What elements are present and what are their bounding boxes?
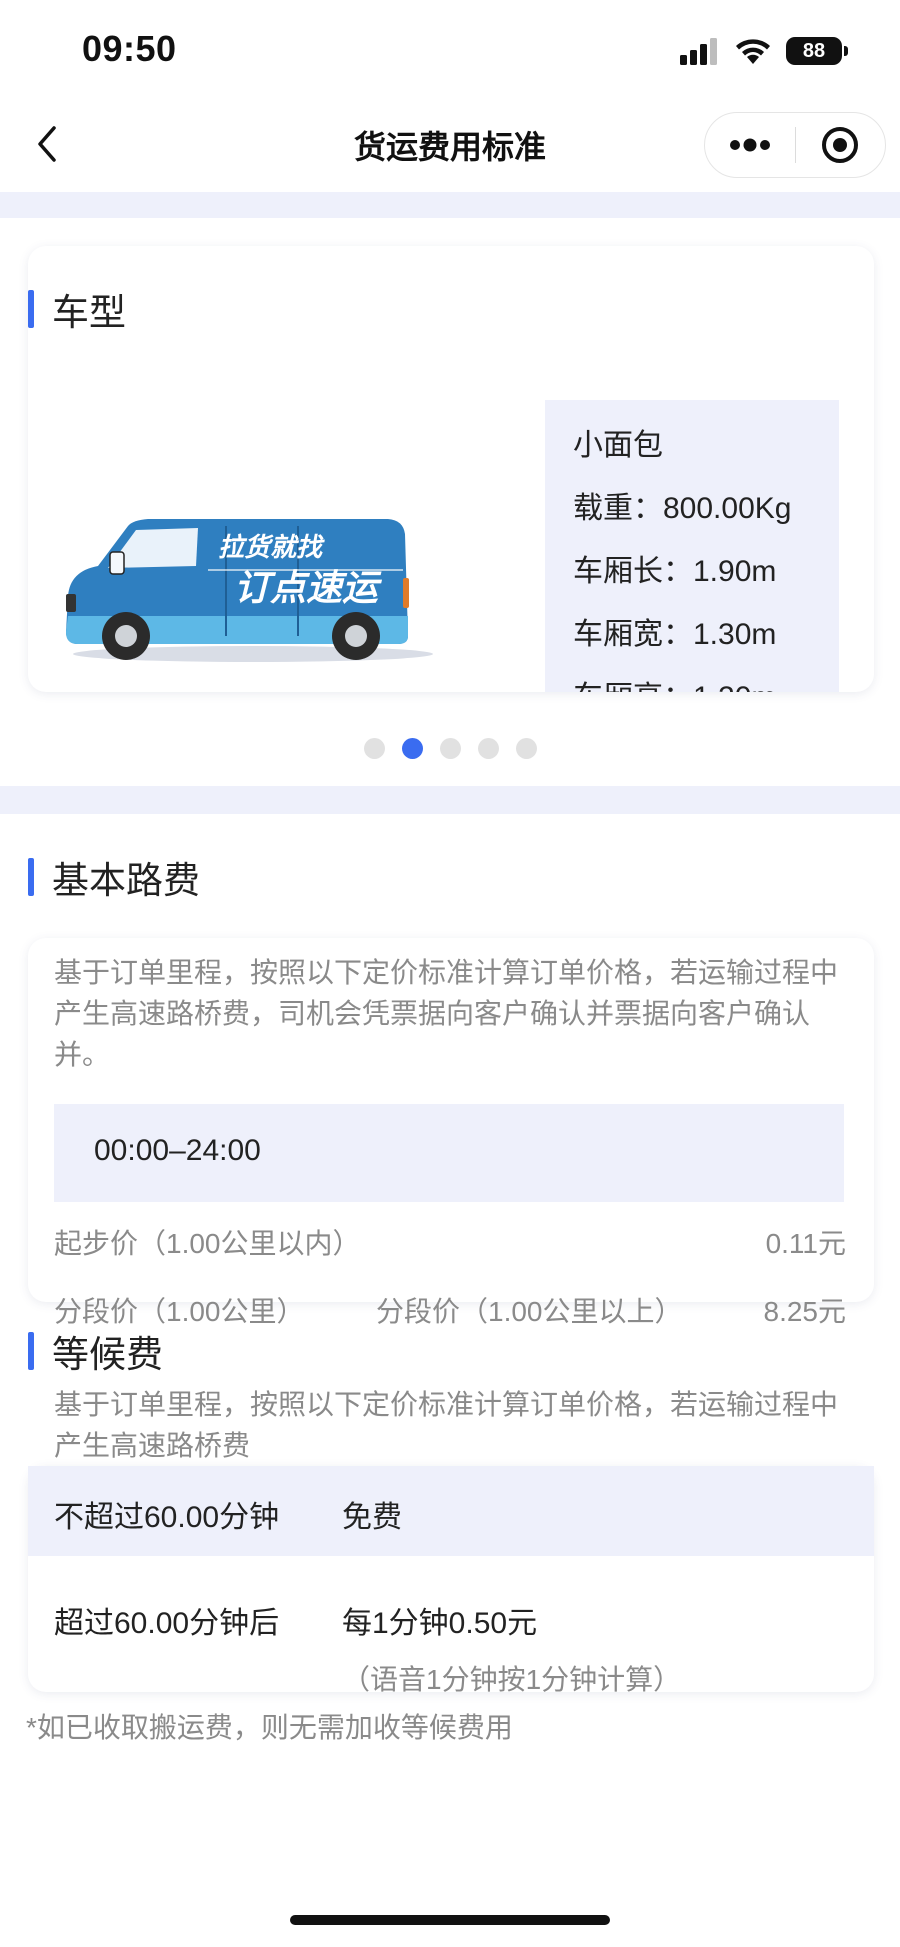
wait-condition-2: 超过60.00分钟后 [54,1607,280,1640]
nav-bar: 货运费用标准 [0,100,900,192]
title-accent-bar [28,858,34,896]
segment-price-value: 8.25元 [763,1296,847,1327]
page-content: 车型 拉货就找 订点速运 小面包 载重：800.00Kg 车厢长：1.90m 车… [0,192,900,1947]
home-indicator [290,1915,610,1925]
carousel-dot[interactable] [515,738,537,759]
base-fee-card: 基于订单里程，按照以下定价标准计算订单价格，若运输过程中产生高速路桥费，司机会凭… [28,938,874,1327]
carousel-indicator [0,738,900,759]
base-fee-description: 基于订单里程，按照以下定价标准计算订单价格，若运输过程中产生高速路桥费，司机会凭… [54,957,839,1070]
base-fee-section-title: 基本路费 [28,850,200,904]
mini-program-capsule [704,112,886,178]
vehicle-spec-panel: 小面包 载重：800.00Kg 车厢长：1.90m 车厢宽：1.30m 车厢高：… [545,400,839,692]
carousel-dot-active[interactable] [401,738,423,759]
segment-price-label-2: 分段价（1.00公里以上） [376,1296,683,1327]
section-divider [0,786,900,814]
time-range-bar: 00:00–24:00 [54,1104,844,1202]
status-bar: 09:50 88 [0,0,900,100]
cellular-signal-icon [680,38,717,65]
status-time: 09:50 [82,28,177,69]
status-icons: 88 [680,34,848,68]
spec-length: 车厢长：1.90m [573,555,777,588]
wait-price-2: 每1分钟0.50元 [342,1607,538,1640]
more-dots-icon [729,138,770,152]
wait-condition-1: 不超过60.00分钟 [54,1501,280,1534]
battery-indicator: 88 [786,37,848,65]
wifi-icon [736,39,770,64]
more-button[interactable] [705,113,795,177]
spec-vehicle-type: 小面包 [573,429,663,462]
section-divider [0,192,900,218]
wait-price-note: （语音1分钟按1分钟计算） [342,1664,682,1695]
wait-fee-section-title: 等候费 [28,1324,163,1378]
title-accent-bar [28,290,34,328]
van-slogan-top: 拉货就找 [218,533,325,563]
spec-width: 车厢宽：1.30m [573,618,777,651]
van-slogan-bottom: 订点速运 [234,567,383,609]
spec-height: 车厢高：1.20m [573,680,839,692]
vehicle-card[interactable]: 车型 拉货就找 订点速运 小面包 载重：800.00Kg 车厢长：1.90m 车… [28,246,874,692]
carousel-dot[interactable] [439,738,461,759]
spec-load: 载重：800.00Kg [573,492,792,525]
vehicle-section-title: 车型 [28,282,126,336]
target-circle-icon [822,127,859,163]
carousel-dot[interactable] [363,738,385,759]
wait-fee-description: 基于订单里程，按照以下定价标准计算订单价格，若运输过程中产生高速路桥费 [54,1389,839,1461]
close-button[interactable] [796,113,886,177]
wait-price-1: 免费 [342,1501,402,1534]
van-image: 拉货就找 订点速运 [66,519,433,662]
footnote: *如已收取搬运费，则无需加收等候费用 [26,1712,513,1743]
title-accent-bar [28,1332,34,1370]
start-price-value: 0.11元 [765,1228,846,1259]
wait-fee-table: 不超过60.00分钟 免费 超过60.00分钟后 每1分钟0.50元 （语音1分… [28,1466,874,1695]
carousel-dot[interactable] [477,738,499,759]
start-price-label: 起步价（1.00公里以内） [54,1228,361,1259]
